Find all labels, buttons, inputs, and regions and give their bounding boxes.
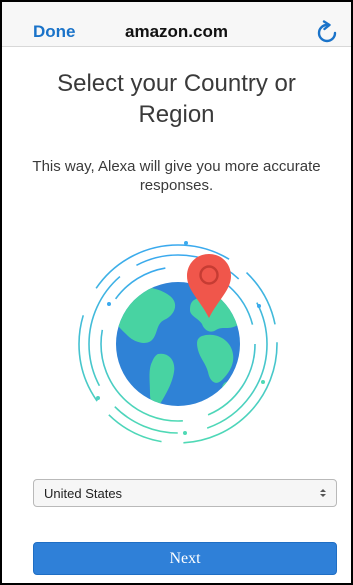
country-select-value: United States	[44, 486, 123, 501]
next-button[interactable]: Next	[33, 542, 337, 575]
select-arrows-icon	[320, 489, 326, 497]
domain-label: amazon.com	[125, 22, 228, 41]
page-subtitle: This way, Alexa will give you more accur…	[32, 158, 321, 194]
globe-location-pin-icon	[78, 241, 278, 444]
browser-toolbar: Done amazon.com	[2, 2, 351, 47]
webview-frame: Done amazon.com Select your Country or R…	[0, 0, 353, 585]
reload-icon[interactable]	[314, 20, 340, 46]
country-select[interactable]: United States	[33, 479, 337, 507]
page-title: Select your Country or Region	[57, 70, 296, 128]
